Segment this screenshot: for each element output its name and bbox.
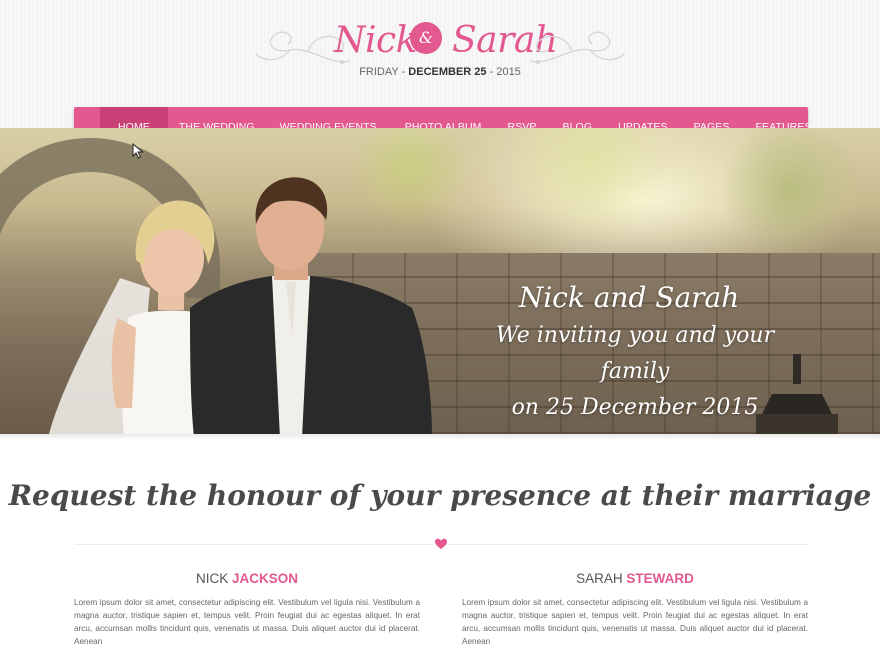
bride-first-name: SARAH	[576, 571, 623, 586]
date-day: FRIDAY	[359, 66, 399, 78]
groom-bio: Lorem ipsum dolor sit amet, consectetur …	[74, 598, 420, 646]
hero-bottom-shadow	[0, 434, 880, 440]
bride-surname: STEWARD	[626, 571, 694, 586]
couple-photo	[49, 177, 432, 434]
bride-name: SARAH STEWARD	[462, 570, 808, 588]
hero-banner: Nick and Sarah We inviting you and your …	[0, 128, 880, 434]
heart-icon	[434, 537, 448, 551]
hero-date-line: on 25 December 2015	[511, 395, 759, 420]
groom-surname: JACKSON	[232, 571, 299, 586]
page-headline: Request the honour of your presence at t…	[8, 479, 872, 512]
bride-profile: SARAH STEWARD Lorem ipsum dolor sit amet…	[462, 570, 808, 648]
logo-ampersand: &	[410, 22, 442, 54]
hero-text: Nick and Sarah We inviting you and your …	[470, 278, 800, 426]
wedding-date: FRIDAY - DECEMBER 25 - 2015	[359, 66, 521, 78]
bride-bio: Lorem ipsum dolor sit amet, consectetur …	[462, 598, 808, 646]
date-year: 2015	[496, 66, 521, 78]
logo-bride-name: Nick	[334, 20, 418, 61]
hero-title: Nick and Sarah	[518, 281, 740, 314]
groom-first-name: NICK	[195, 571, 229, 586]
hero-invite-line: We inviting you and your family	[495, 323, 775, 384]
groom-name: NICK JACKSON	[74, 570, 420, 588]
site-logo[interactable]: Nick & Sarah FRIDAY - DECEMBER 25 - 2015	[250, 14, 630, 84]
date-main: DECEMBER 25	[408, 66, 487, 78]
cursor-icon	[132, 143, 144, 159]
groom-profile: NICK JACKSON Lorem ipsum dolor sit amet,…	[74, 570, 420, 648]
